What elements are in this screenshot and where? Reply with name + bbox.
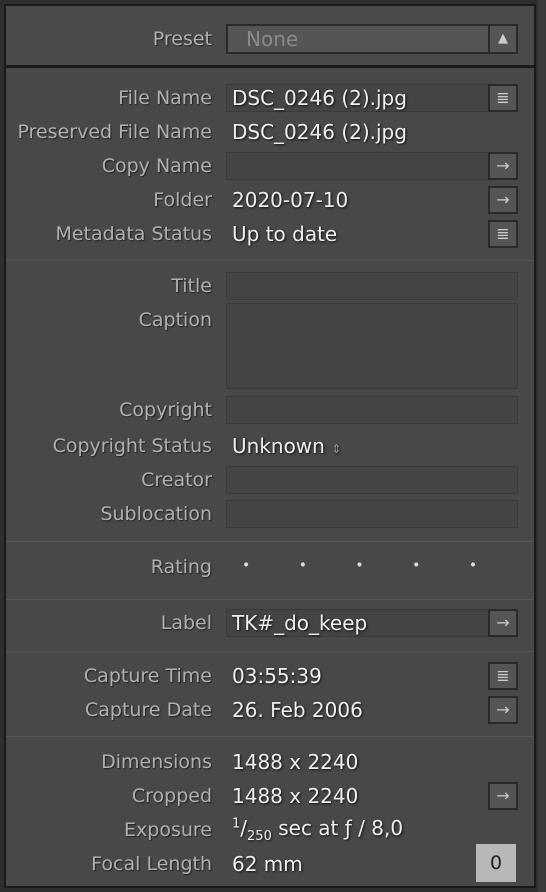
arrow-icon[interactable]: → — [488, 152, 518, 180]
focal-length-label: Focal Length — [91, 853, 212, 875]
spinner-icon: ▲ — [488, 26, 516, 52]
sublocation-label: Sublocation — [100, 503, 212, 525]
capture-date-value: 26. Feb 2006 — [232, 698, 363, 722]
creator-label: Creator — [141, 469, 212, 491]
focal-length-value: 62 mm — [232, 852, 303, 876]
folder-label: Folder — [153, 189, 212, 211]
title-label: Title — [171, 275, 212, 297]
arrow-icon[interactable]: → — [488, 609, 518, 637]
sublocation-field[interactable] — [226, 500, 518, 528]
count-badge: 0 — [476, 844, 516, 882]
copyright-label: Copyright — [119, 399, 212, 421]
divider — [6, 541, 534, 542]
preset-bar: Preset None ▲ — [6, 6, 534, 68]
capture-time-label: Capture Time — [83, 665, 212, 687]
spinner-icon: ⇕ — [331, 442, 342, 456]
dimensions-value: 1488 x 2240 — [232, 750, 359, 774]
metadata-status-value: Up to date — [232, 222, 338, 246]
label-label: Label — [160, 612, 212, 634]
copy-name-label: Copy Name — [101, 155, 212, 177]
metadata-status-label: Metadata Status — [55, 223, 212, 245]
dimensions-label: Dimensions — [101, 751, 212, 773]
divider — [6, 260, 534, 261]
list-icon[interactable]: ≣ — [488, 84, 518, 112]
exposure-suffix: sec at ƒ / 8,0 — [271, 816, 404, 840]
divider — [6, 599, 534, 600]
title-field[interactable] — [226, 272, 518, 300]
rating-label: Rating — [150, 556, 212, 578]
copyright-status-select[interactable]: Unknown ⇕ — [232, 434, 341, 458]
copy-name-field[interactable] — [226, 152, 518, 180]
creator-field[interactable] — [226, 466, 518, 494]
cropped-value: 1488 x 2240 — [232, 784, 359, 808]
exposure-label: Exposure — [124, 819, 212, 841]
caption-field[interactable] — [226, 303, 518, 389]
capture-date-label: Capture Date — [85, 699, 212, 721]
divider — [6, 736, 534, 737]
exposure-numerator: 1 — [232, 816, 241, 832]
metadata-panel: Preset None ▲ File Name DSC_0246 (2).jpg … — [4, 4, 536, 888]
preset-label: Preset — [152, 28, 212, 50]
file-name-label: File Name — [118, 87, 212, 109]
exposure-value: 1/250 sec at ƒ / 8,0 — [232, 816, 404, 844]
list-icon[interactable]: ≣ — [488, 662, 518, 690]
capture-time-value: 03:55:39 — [232, 664, 322, 688]
copyright-status-value: Unknown — [232, 434, 325, 458]
arrow-icon[interactable]: → — [488, 186, 518, 214]
caption-label: Caption — [138, 309, 212, 331]
divider — [6, 651, 534, 652]
list-icon[interactable]: ≣ — [488, 220, 518, 248]
arrow-icon[interactable]: → — [488, 696, 518, 724]
file-name-value: DSC_0246 (2).jpg — [232, 86, 407, 110]
arrow-icon[interactable]: → — [488, 782, 518, 810]
preserved-file-name-value: DSC_0246 (2).jpg — [232, 120, 407, 144]
cropped-label: Cropped — [131, 785, 212, 807]
rating-stars[interactable]: • • • • • — [242, 557, 499, 573]
copyright-status-label: Copyright Status — [52, 435, 212, 457]
preset-value: None — [246, 27, 299, 51]
folder-value: 2020-07-10 — [232, 188, 349, 212]
preserved-file-name-label: Preserved File Name — [17, 121, 212, 143]
label-value: TK#_do_keep — [232, 611, 368, 635]
scrollbar-track[interactable] — [538, 0, 546, 892]
copyright-field[interactable] — [226, 396, 518, 424]
exposure-denominator: 250 — [247, 829, 272, 844]
preset-select[interactable]: None ▲ — [226, 24, 518, 54]
